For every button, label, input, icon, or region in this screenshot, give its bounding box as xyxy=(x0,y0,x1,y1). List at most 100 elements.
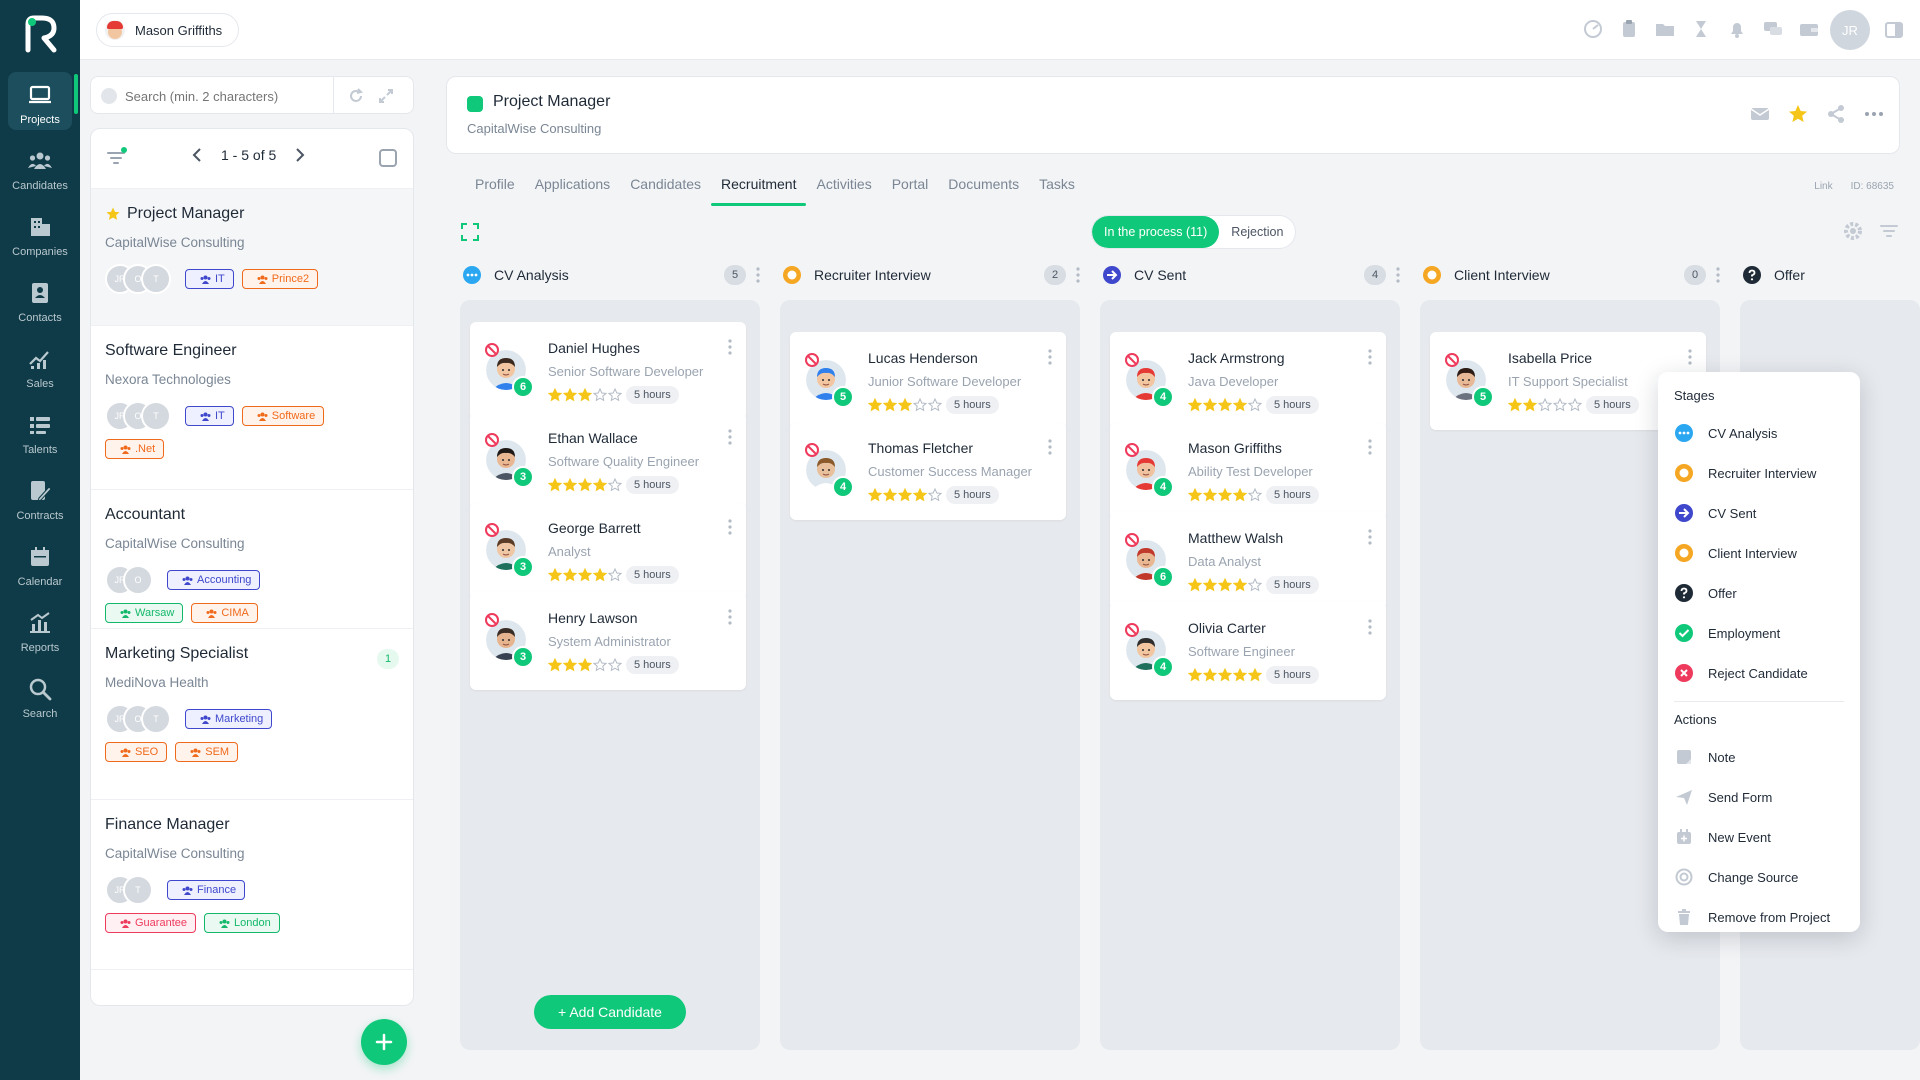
project-tag[interactable]: Warsaw xyxy=(105,603,184,623)
chat-icon[interactable] xyxy=(1762,18,1784,40)
menu-stage-cv-analysis[interactable]: CV Analysis xyxy=(1674,413,1844,453)
star-icon[interactable] xyxy=(1787,103,1809,125)
candidate-name[interactable]: Thomas Fletcher xyxy=(868,440,973,456)
assignee-avatar[interactable]: T xyxy=(141,264,171,294)
nav-item-talents[interactable]: Talents xyxy=(8,402,72,460)
candidate-name[interactable]: Mason Griffiths xyxy=(1188,440,1282,456)
candidate-name[interactable]: Isabella Price xyxy=(1508,350,1592,366)
project-tag[interactable]: Marketing xyxy=(185,709,273,729)
candidate-card[interactable]: 6 Daniel Hughes Senior Software Developer 5… xyxy=(470,322,746,420)
candidate-card[interactable]: 4 Thomas Fletcher Customer Success Manager… xyxy=(790,422,1066,520)
candidate-name[interactable]: Ethan Wallace xyxy=(548,430,638,446)
project-tag[interactable]: CIMA xyxy=(191,603,258,623)
project-tag[interactable]: Prince2 xyxy=(241,269,319,289)
project-tag[interactable]: London xyxy=(203,913,280,933)
menu-stage-cv-sent[interactable]: CV Sent xyxy=(1674,493,1844,533)
menu-stage-reject-candidate[interactable]: Reject Candidate xyxy=(1674,653,1844,693)
mail-icon[interactable] xyxy=(1749,103,1771,125)
project-tag[interactable]: IT xyxy=(185,406,234,426)
project-company[interactable]: CapitalWise Consulting xyxy=(467,121,601,136)
bell-icon[interactable] xyxy=(1726,18,1748,40)
candidate-name[interactable]: George Barrett xyxy=(548,520,641,536)
current-user-avatar[interactable]: JR xyxy=(1830,10,1870,50)
tab-recruitment[interactable]: Recruitment xyxy=(711,176,807,206)
card-menu-icon[interactable] xyxy=(1368,528,1372,546)
nav-item-search[interactable]: Search xyxy=(8,666,72,724)
assignee-avatar[interactable]: T xyxy=(141,401,171,431)
candidate-card[interactable]: 6 Matthew Walsh Data Analyst 5 hours xyxy=(1110,512,1386,610)
chevron-left-icon[interactable] xyxy=(191,147,203,163)
gear-icon[interactable] xyxy=(1842,220,1864,242)
candidate-card[interactable]: 4 Jack Armstrong Java Developer 5 hours xyxy=(1110,332,1386,430)
project-tag[interactable]: SEO xyxy=(105,742,168,762)
project-list-item[interactable]: Marketing Specialist 1 MediNova Health JR O T… xyxy=(91,629,413,800)
nav-item-reports[interactable]: Reports xyxy=(8,600,72,658)
card-menu-icon[interactable] xyxy=(728,338,732,356)
nav-item-companies[interactable]: Companies xyxy=(8,204,72,262)
stage-menu-icon[interactable] xyxy=(1716,266,1720,284)
candidate-name[interactable]: Lucas Henderson xyxy=(868,350,978,366)
add-candidate-button[interactable]: + Add Candidate xyxy=(534,995,686,1029)
project-list-item[interactable]: Project Manager CapitalWise Consulting JR O… xyxy=(91,189,413,326)
card-menu-icon[interactable] xyxy=(1368,438,1372,456)
user-chip[interactable]: Mason Griffiths xyxy=(96,13,240,47)
stage-menu-icon[interactable] xyxy=(756,266,760,284)
project-tag[interactable]: Guarantee xyxy=(105,913,196,933)
card-menu-icon[interactable] xyxy=(1688,348,1692,366)
candidate-card[interactable]: 5 Lucas Henderson Junior Software Develope… xyxy=(790,332,1066,430)
candidate-name[interactable]: Olivia Carter xyxy=(1188,620,1266,636)
panel-toggle-icon[interactable] xyxy=(1884,20,1904,40)
project-list-item[interactable]: Finance Manager CapitalWise Consulting JR T… xyxy=(91,800,413,970)
project-tag[interactable]: Software xyxy=(241,406,325,426)
tab-activities[interactable]: Activities xyxy=(806,176,881,202)
project-tag[interactable]: SEM xyxy=(175,742,239,762)
share-icon[interactable] xyxy=(1825,103,1847,125)
card-menu-icon[interactable] xyxy=(1048,438,1052,456)
nav-item-contacts[interactable]: Contacts xyxy=(8,270,72,328)
menu-action-new-event[interactable]: New Event xyxy=(1674,817,1844,857)
refresh-icon[interactable] xyxy=(347,87,365,105)
assignee-avatar[interactable]: T xyxy=(123,875,153,905)
candidate-name[interactable]: Henry Lawson xyxy=(548,610,638,626)
in-process-toggle[interactable]: In the process (11) xyxy=(1092,216,1220,248)
search-scope-icon[interactable] xyxy=(101,88,117,104)
nav-item-calendar[interactable]: Calendar xyxy=(8,534,72,592)
tab-tasks[interactable]: Tasks xyxy=(1029,176,1085,202)
candidate-card[interactable]: 4 Mason Griffiths Ability Test Developer 5 … xyxy=(1110,422,1386,520)
candidate-name[interactable]: Matthew Walsh xyxy=(1188,530,1283,546)
menu-action-note[interactable]: Note xyxy=(1674,737,1844,777)
card-menu-icon[interactable] xyxy=(1048,348,1052,366)
filter-icon[interactable] xyxy=(105,147,127,169)
assignee-avatar[interactable]: O xyxy=(123,565,153,595)
tab-documents[interactable]: Documents xyxy=(938,176,1029,202)
stage-menu-icon[interactable] xyxy=(1076,266,1080,284)
menu-stage-offer[interactable]: Offer xyxy=(1674,573,1844,613)
candidate-card[interactable]: 4 Olivia Carter Software Engineer 5 hours xyxy=(1110,602,1386,700)
candidate-name[interactable]: Daniel Hughes xyxy=(548,340,640,356)
project-list-item[interactable]: Software Engineer Nexora Technologies JR O T… xyxy=(91,326,413,490)
tab-candidates[interactable]: Candidates xyxy=(620,176,711,202)
menu-stage-employment[interactable]: Employment xyxy=(1674,613,1844,653)
clipboard-icon[interactable] xyxy=(1618,18,1640,40)
card-menu-icon[interactable] xyxy=(1368,348,1372,366)
speed-gauge-icon[interactable] xyxy=(1582,18,1604,40)
tab-applications[interactable]: Applications xyxy=(525,176,621,202)
menu-stage-client-interview[interactable]: Client Interview xyxy=(1674,533,1844,573)
menu-action-change-source[interactable]: Change Source xyxy=(1674,857,1844,897)
project-tag[interactable]: Finance xyxy=(167,880,246,900)
card-menu-icon[interactable] xyxy=(728,428,732,446)
stage-menu-icon[interactable] xyxy=(1396,266,1400,284)
add-project-button[interactable] xyxy=(361,1019,407,1065)
card-menu-icon[interactable] xyxy=(1368,618,1372,636)
hourglass-icon[interactable] xyxy=(1690,18,1712,40)
search-input[interactable] xyxy=(125,85,315,107)
menu-action-send-form[interactable]: Send Form xyxy=(1674,777,1844,817)
rejection-toggle[interactable]: Rejection xyxy=(1219,216,1295,248)
candidate-card[interactable]: 3 Ethan Wallace Software Quality Engineer 5… xyxy=(470,412,746,510)
nav-item-contracts[interactable]: Contracts xyxy=(8,468,72,526)
candidate-card[interactable]: 3 Henry Lawson System Administrator 5 hours xyxy=(470,592,746,690)
folder-icon[interactable] xyxy=(1654,18,1676,40)
wallet-icon[interactable] xyxy=(1798,18,1820,40)
menu-action-remove-from-project[interactable]: Remove from Project xyxy=(1674,897,1844,937)
card-menu-icon[interactable] xyxy=(728,608,732,626)
